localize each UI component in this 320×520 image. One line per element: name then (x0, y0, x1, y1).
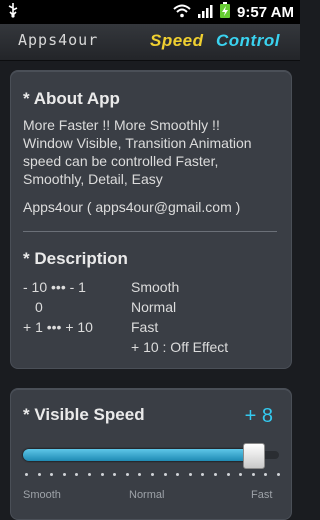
speed-value: + 8 (244, 405, 273, 427)
slider-tick (113, 473, 117, 476)
slider-tick (226, 473, 230, 476)
off-effect-note: + 10 : Off Effect (131, 339, 229, 355)
scale-label-fast: Fast (251, 489, 273, 501)
label-fast: Fast (131, 319, 159, 335)
slider-tick (75, 473, 79, 476)
slider-tick (100, 473, 104, 476)
title-bar: Apps4our Speed Control (0, 24, 300, 61)
brand-logo: Apps4our (18, 31, 99, 49)
about-heading: * About App (23, 89, 120, 108)
slider-track-filled[interactable] (23, 449, 254, 461)
visible-speed-panel: * Visible Speed + 8 Smooth Normal Fast (10, 388, 292, 520)
about-panel: * About App More Faster !! More Smoothly… (10, 70, 292, 369)
slider-tick (62, 473, 66, 476)
slider-tick (138, 473, 142, 476)
usb-icon (6, 2, 20, 22)
title-speed: Speed (150, 31, 204, 50)
slider-tick (176, 473, 180, 476)
label-smooth: Smooth (131, 279, 180, 295)
divider (23, 231, 277, 232)
contact-info: Apps4our ( apps4our@gmail.com ) (23, 199, 241, 215)
battery-icon (219, 2, 231, 22)
title-control: Control (216, 31, 280, 50)
about-line-1: More Faster !! More Smoothly !! (23, 117, 220, 133)
slider-tick (264, 473, 268, 476)
description-heading: * Description (23, 249, 128, 268)
slider-tick (88, 473, 91, 476)
about-line-2: Window Visible, Transition Animation (23, 135, 252, 151)
about-line-4: Smoothly, Detail, Easy (23, 171, 163, 187)
signal-icon (197, 3, 213, 22)
clock: 9:57 AM (237, 3, 294, 21)
range-normal: 0 (35, 299, 43, 315)
slider-tick (163, 473, 167, 476)
speed-slider-thumb[interactable] (243, 443, 266, 469)
status-bar: 9:57 AM (0, 0, 300, 24)
slider-tick (50, 473, 54, 476)
range-fast: + 1 ••• + 10 (23, 319, 93, 335)
slider-tick (151, 473, 154, 476)
slider-tick (125, 473, 129, 476)
range-smooth: - 10 ••• - 1 (23, 279, 86, 295)
slider-tick (37, 473, 41, 476)
wifi-icon (173, 3, 191, 22)
slider-tick (251, 473, 255, 476)
slider-tick (201, 473, 205, 476)
slider-tick (239, 473, 243, 476)
slider-ticks (25, 473, 281, 477)
scale-label-smooth: Smooth (23, 489, 61, 501)
scale-label-normal: Normal (129, 489, 165, 501)
visible-speed-heading: * Visible Speed (23, 405, 145, 424)
slider-tick (277, 473, 280, 476)
about-line-3: speed can be controlled Faster, (23, 153, 219, 169)
slider-tick (25, 473, 28, 476)
slider-tick (214, 473, 217, 476)
slider-tick (188, 473, 192, 476)
label-normal: Normal (131, 299, 177, 315)
